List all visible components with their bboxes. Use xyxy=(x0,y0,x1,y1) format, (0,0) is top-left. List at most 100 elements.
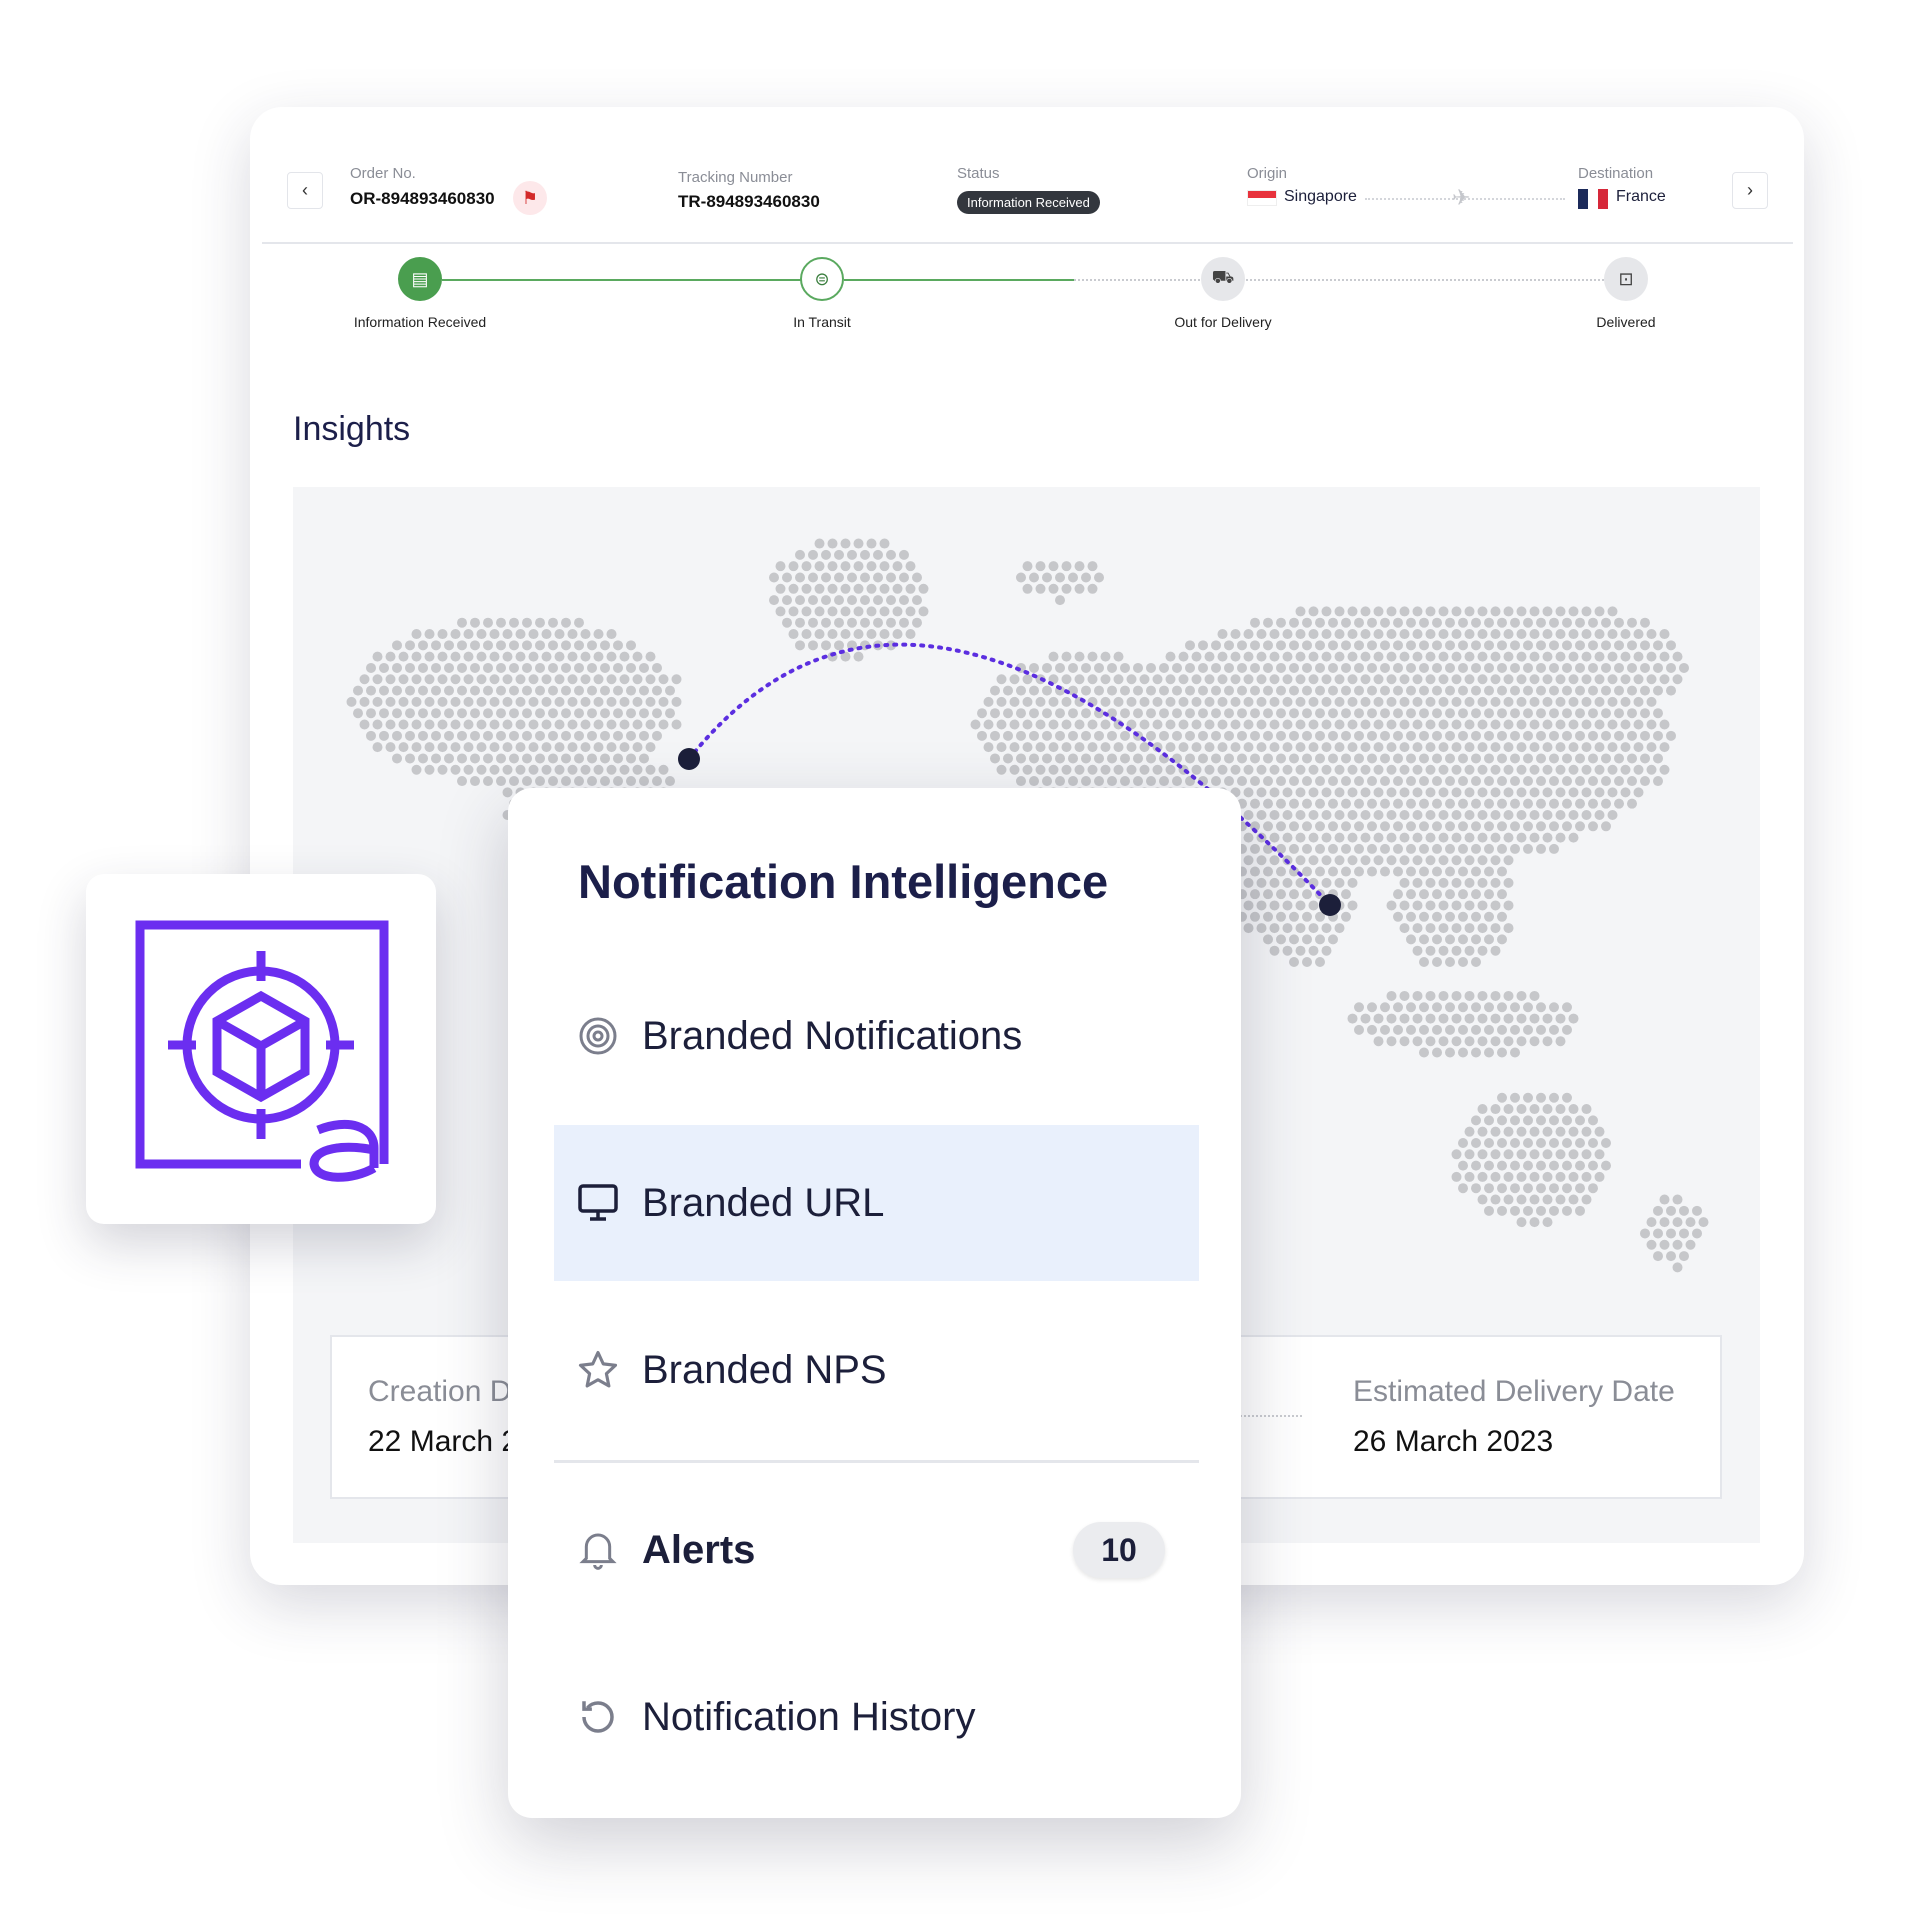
map-dot xyxy=(1419,957,1429,968)
map-dot xyxy=(1529,606,1540,617)
map-dot xyxy=(632,742,643,753)
map-dot xyxy=(1412,1036,1423,1047)
map-dot xyxy=(1464,1013,1475,1024)
map-dot xyxy=(905,583,916,594)
map-dot xyxy=(1477,719,1488,730)
map-dot xyxy=(567,719,578,730)
map-dot xyxy=(1133,776,1143,787)
map-dot xyxy=(1425,900,1436,911)
map-dot xyxy=(1178,742,1189,753)
map-dot xyxy=(1659,719,1670,730)
map-dot xyxy=(1536,753,1546,764)
map-dot xyxy=(1627,730,1637,741)
map-dot xyxy=(1269,787,1280,798)
map-dot xyxy=(1633,696,1644,707)
map-dot xyxy=(1510,753,1520,764)
map-dot xyxy=(1594,606,1605,617)
map-dot xyxy=(1224,640,1234,651)
map-dot xyxy=(1373,1036,1384,1047)
map-dot xyxy=(1516,787,1527,798)
order-label: Order No. xyxy=(350,165,416,182)
map-dot xyxy=(535,662,545,673)
map-dot xyxy=(1386,1036,1397,1047)
map-dot xyxy=(1276,685,1286,696)
map-dot xyxy=(1432,821,1442,832)
map-dot xyxy=(522,662,532,673)
map-dot xyxy=(782,617,792,628)
map-dot xyxy=(1620,629,1631,640)
map-dot xyxy=(1035,719,1046,730)
map-dot xyxy=(1302,617,1312,628)
map-dot xyxy=(645,696,656,707)
map-dot xyxy=(1549,640,1559,651)
map-dot xyxy=(1399,696,1410,707)
map-dot xyxy=(1451,719,1462,730)
prev-button[interactable]: ‹ xyxy=(287,172,323,209)
map-dot xyxy=(1484,1002,1494,1013)
map-dot xyxy=(1490,719,1501,730)
map-dot xyxy=(385,742,396,753)
map-dot xyxy=(1451,855,1462,866)
map-dot xyxy=(1464,877,1475,888)
map-dot xyxy=(873,617,883,628)
map-dot xyxy=(1308,764,1319,775)
map-dot xyxy=(1484,662,1494,673)
next-button[interactable]: › xyxy=(1732,172,1768,209)
menu-item-branded-url[interactable]: Branded URL xyxy=(554,1125,1199,1281)
map-dot xyxy=(1529,1013,1540,1024)
map-dot xyxy=(1133,662,1143,673)
map-dot xyxy=(1542,719,1553,730)
menu-item-notification-history[interactable]: Notification History xyxy=(554,1639,1199,1795)
monitor-icon xyxy=(576,1181,620,1225)
map-dot xyxy=(1425,629,1436,640)
map-dot xyxy=(1081,730,1091,741)
map-dot xyxy=(424,674,435,685)
map-dot xyxy=(1386,719,1397,730)
map-dot xyxy=(561,708,571,719)
map-dot xyxy=(1048,696,1059,707)
map-dot xyxy=(1536,776,1546,787)
map-dot xyxy=(1477,1194,1488,1205)
map-dot xyxy=(600,662,610,673)
map-dot xyxy=(1308,923,1319,934)
map-dot xyxy=(1139,674,1150,685)
map-dot xyxy=(1087,651,1098,662)
map-dot xyxy=(1081,776,1091,787)
map-dot xyxy=(476,719,487,730)
map-dot xyxy=(476,651,487,662)
insights-title: Insights xyxy=(293,410,411,448)
flag-icon[interactable]: ⚑ xyxy=(513,181,547,215)
map-dot xyxy=(1399,674,1410,685)
map-dot xyxy=(580,719,591,730)
map-dot xyxy=(483,662,493,673)
menu-item-branded-nps[interactable]: Branded NPS xyxy=(554,1292,1199,1448)
map-dot xyxy=(1198,708,1208,719)
map-dot xyxy=(1191,651,1202,662)
map-dot xyxy=(1113,651,1124,662)
map-dot xyxy=(502,696,513,707)
map-dot xyxy=(1178,651,1189,662)
map-dot xyxy=(1360,651,1371,662)
menu-item-alerts[interactable]: Alerts 10 xyxy=(554,1472,1199,1628)
map-dot xyxy=(1523,1160,1533,1171)
map-dot xyxy=(1412,674,1423,685)
map-dot xyxy=(1308,809,1319,820)
map-dot xyxy=(567,696,578,707)
map-dot xyxy=(1198,753,1208,764)
map-dot xyxy=(1321,742,1332,753)
map-dot xyxy=(1523,730,1533,741)
map-dot xyxy=(983,742,994,753)
menu-item-branded-notifications[interactable]: Branded Notifications xyxy=(554,958,1199,1114)
estimated-date-label: Estimated Delivery Date xyxy=(1353,1375,1675,1408)
map-dot xyxy=(1562,617,1572,628)
map-dot xyxy=(1497,776,1507,787)
map-dot xyxy=(1653,1205,1663,1216)
map-dot xyxy=(1367,866,1377,877)
map-dot xyxy=(1263,685,1273,696)
map-dot xyxy=(431,730,441,741)
map-dot xyxy=(1529,832,1540,843)
map-dot xyxy=(1484,821,1494,832)
map-dot xyxy=(1510,1047,1520,1058)
map-dot xyxy=(1055,753,1065,764)
map-dot xyxy=(1464,923,1475,934)
